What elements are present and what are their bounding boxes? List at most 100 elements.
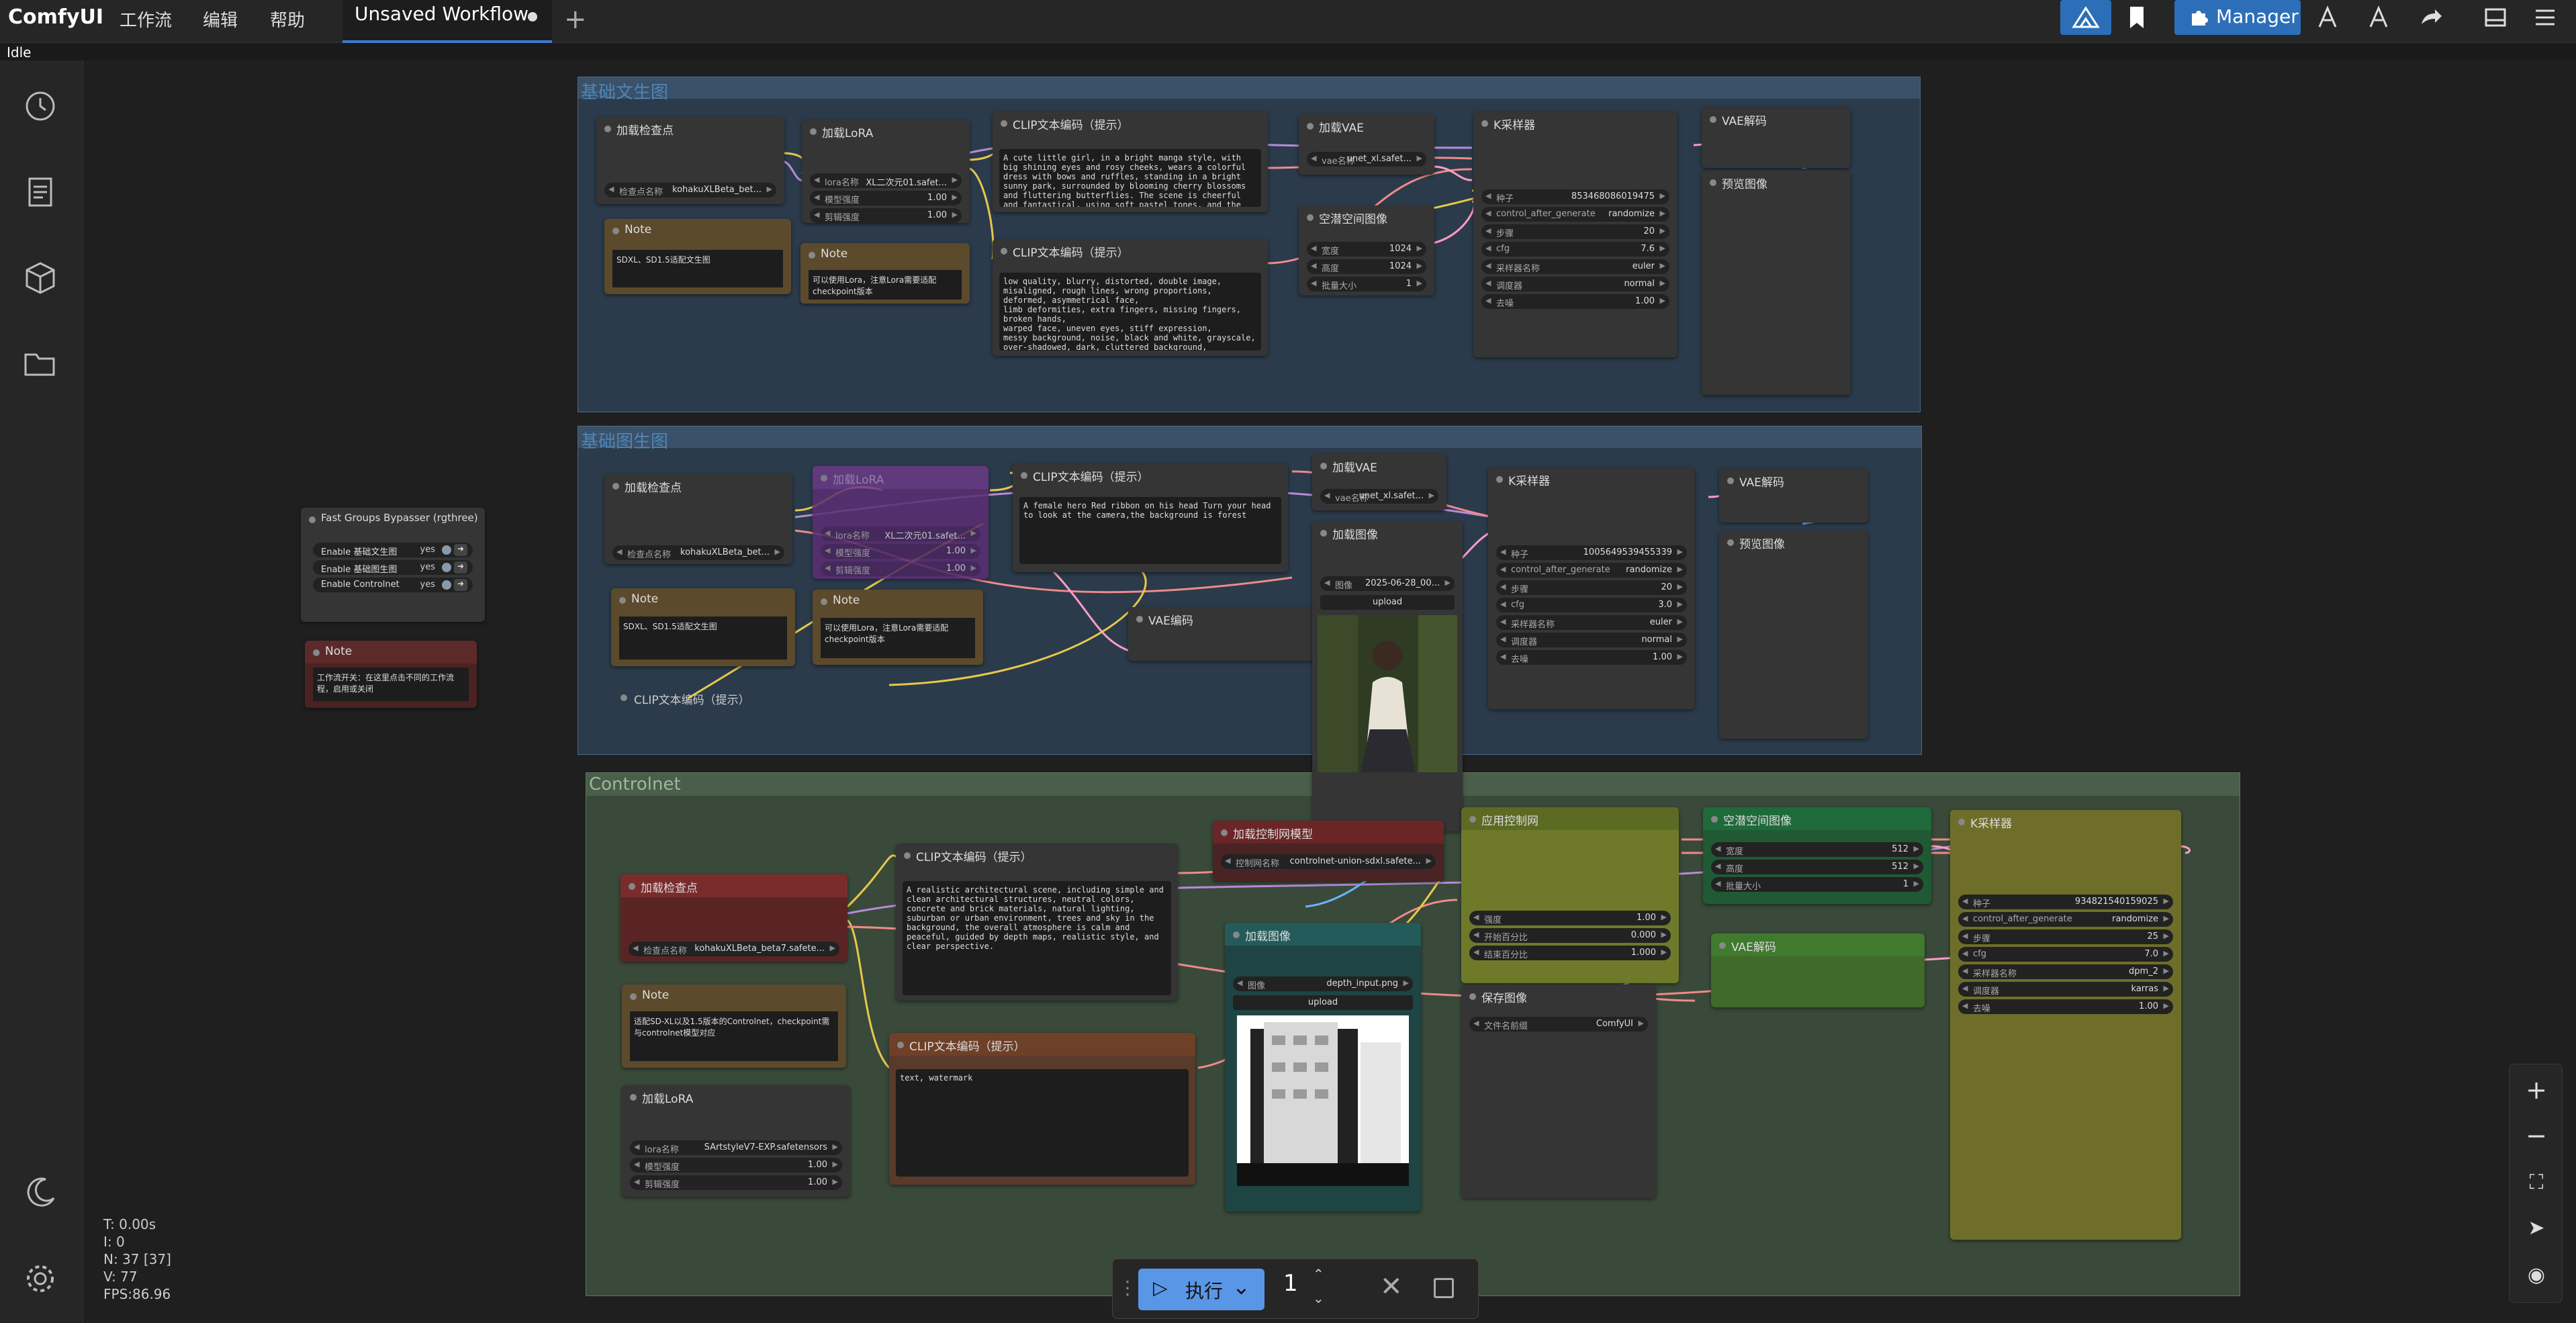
node-header[interactable]: K采样器 bbox=[1950, 810, 2181, 833]
menu-edit[interactable]: 编辑 bbox=[203, 7, 238, 32]
note-text[interactable]: 适配SD-XL以及1.5版本的Controlnet，checkpoint需与co… bbox=[630, 1011, 838, 1061]
prompt-textarea[interactable]: A female hero Red ribbon on his head Tur… bbox=[1019, 497, 1281, 564]
model-icon-2[interactable] bbox=[2365, 4, 2392, 36]
collapse-dot-icon[interactable] bbox=[1727, 539, 1734, 546]
node-header[interactable]: CLIP文本编码（提示） bbox=[1013, 463, 1288, 486]
node-empty-latent-1[interactable]: 空潜空间图像 宽度 1024 高度 1024 批量大小 1 bbox=[1299, 206, 1434, 295]
select-mode-arrow-icon[interactable]: ➤ bbox=[2510, 1208, 2563, 1248]
node-load-lora-3[interactable]: 加载LoRA lora名称 SArtstyleV7-EXP.safetensors… bbox=[622, 1085, 850, 1197]
collapse-dot-icon[interactable] bbox=[604, 126, 611, 132]
lora-name-combo[interactable]: lora名称 XL二次元01.safet... bbox=[810, 173, 962, 188]
node-header[interactable]: 加载LoRA bbox=[813, 466, 988, 489]
node-load-lora-1[interactable]: 加载LoRA lora名称 XL二次元01.safet... 模型强度 1.00 剪… bbox=[802, 120, 970, 223]
node-note-3[interactable]: Note SDXL、SD1.5适配文生图 bbox=[611, 588, 795, 666]
collapse-dot-icon[interactable] bbox=[1307, 214, 1314, 221]
node-header[interactable]: 空潜空间图像 bbox=[1703, 807, 1931, 830]
vae-name-combo[interactable]: vae名称unet_xl.safet... bbox=[1320, 489, 1438, 504]
app-logo[interactable]: ComfyUI bbox=[8, 5, 103, 29]
node-header[interactable]: Note bbox=[604, 219, 791, 242]
height-input[interactable]: 高度 512 bbox=[1711, 860, 1923, 874]
node-clip-text-positive-3[interactable]: CLIP文本编码（提示） A realistic architectural s… bbox=[896, 843, 1178, 1001]
node-note-5[interactable]: Note 适配SD-XL以及1.5版本的Controlnet，checkpoin… bbox=[622, 985, 846, 1068]
width-input[interactable]: 宽度 1024 bbox=[1307, 242, 1426, 257]
menu-workflow[interactable]: 工作流 bbox=[120, 7, 172, 32]
node-clip-text-negative-1[interactable]: CLIP文本编码（提示） low quality, blurry, distor… bbox=[993, 239, 1268, 356]
filename-prefix-input[interactable]: 文件名前缀 ComfyUI bbox=[1469, 1017, 1648, 1032]
node-note-4[interactable]: Note 可以使用Lora，注意Lora需要适配checkpoint版本 bbox=[813, 590, 983, 665]
denoise-input[interactable]: 去噪 1.00 bbox=[1958, 999, 2173, 1014]
collapse-dot-icon[interactable] bbox=[1481, 120, 1488, 127]
node-header[interactable]: Note bbox=[622, 985, 846, 1007]
collapse-dot-icon[interactable] bbox=[630, 1094, 637, 1101]
node-header[interactable]: K采样器 bbox=[1473, 111, 1677, 134]
cfg-input[interactable]: cfg 3.0 bbox=[1496, 598, 1687, 612]
drag-handle-icon[interactable]: ⋮ bbox=[1118, 1277, 1137, 1299]
collapse-dot-icon[interactable] bbox=[1958, 819, 1965, 825]
node-header[interactable]: 空潜空间图像 bbox=[1299, 206, 1434, 228]
node-load-image-3[interactable]: 加载图像 图像 depth_input.png upload bbox=[1225, 923, 1421, 1212]
zoom-out-icon[interactable]: − bbox=[2510, 1115, 2563, 1156]
note-text[interactable]: SDXL、SD1.5适配文生图 bbox=[619, 617, 787, 659]
note-text[interactable]: 工作流开关：在这里点击不同的工作流程，启用或关闭 bbox=[313, 668, 469, 701]
navigate-arrow-icon[interactable]: ➜ bbox=[454, 561, 467, 574]
collapse-dot-icon[interactable] bbox=[821, 475, 827, 482]
node-vae-decode-1[interactable]: VAE解码 bbox=[1702, 107, 1851, 168]
node-preview-image-1[interactable]: 预览图像 bbox=[1702, 171, 1851, 395]
cancel-x-icon[interactable]: ✕ bbox=[1380, 1271, 1403, 1302]
denoise-input[interactable]: 去噪 1.00 bbox=[1481, 294, 1669, 309]
queue-icon-button[interactable] bbox=[2060, 0, 2111, 35]
node-controlnet-loader[interactable]: 加载控制网模型 控制网名称 controlnet-union-sdxl.safet… bbox=[1213, 821, 1444, 881]
node-header[interactable]: 加载图像 bbox=[1225, 923, 1421, 946]
collapse-dot-icon[interactable] bbox=[1320, 463, 1327, 469]
denoise-input[interactable]: 去噪 1.00 bbox=[1496, 650, 1687, 665]
batch-count-input[interactable]: 1 bbox=[1283, 1270, 1298, 1297]
graph-canvas[interactable]: 基础文生图 基础图生图 Controlnet 加载检查点 ◀ 检查点名称 koh… bbox=[83, 60, 2576, 1323]
node-header[interactable]: 加载LoRA bbox=[622, 1085, 850, 1108]
note-text[interactable]: 可以使用Lora，注意Lora需要适配checkpoint版本 bbox=[809, 270, 962, 300]
ckpt-name-combo[interactable]: 检查点名称 kohakuXLBeta_bet... bbox=[612, 545, 784, 560]
clip-strength-input[interactable]: 剪辑强度 1.00 bbox=[630, 1175, 842, 1190]
scheduler-combo[interactable]: 调度器 normal bbox=[1481, 277, 1669, 291]
collapse-dot-icon[interactable] bbox=[612, 228, 619, 234]
upload-button[interactable]: upload bbox=[1320, 595, 1455, 610]
seed-input[interactable]: 种子 1005649539455339 bbox=[1496, 545, 1687, 560]
seed-input[interactable]: 种子 853468086019475 bbox=[1481, 189, 1669, 204]
unsaved-dot-icon[interactable] bbox=[528, 12, 537, 21]
node-header[interactable]: 保存图像 bbox=[1461, 985, 1656, 1007]
bypass-row-txt2img[interactable]: Enable 基础文生图 yes ➜ bbox=[313, 543, 473, 557]
image-combo[interactable]: 图像 2025-06-28_00... bbox=[1320, 576, 1455, 591]
history-icon[interactable] bbox=[21, 87, 59, 125]
model-library-cube-icon[interactable] bbox=[21, 259, 59, 297]
navigate-arrow-icon[interactable]: ➜ bbox=[454, 579, 467, 591]
increment-icon[interactable]: ⌃ bbox=[1313, 1266, 1324, 1282]
panel-toggle-icon[interactable] bbox=[2482, 4, 2509, 36]
collapse-dot-icon[interactable] bbox=[1307, 123, 1314, 130]
collapse-dot-icon[interactable] bbox=[619, 597, 626, 604]
collapse-dot-icon[interactable] bbox=[821, 598, 827, 605]
seed-input[interactable]: 种子 934821540159025 bbox=[1958, 895, 2173, 909]
node-vae-decode-3[interactable]: VAE解码 bbox=[1711, 933, 1925, 1007]
collapse-dot-icon[interactable] bbox=[1136, 616, 1143, 623]
fit-view-icon[interactable]: ⛶ bbox=[2510, 1162, 2563, 1203]
node-header[interactable]: VAE解码 bbox=[1702, 107, 1851, 130]
node-header[interactable]: VAE解码 bbox=[1719, 469, 1868, 492]
node-header[interactable]: Fast Groups Bypasser (rgthree) bbox=[301, 508, 485, 531]
node-header[interactable]: 应用控制网 bbox=[1461, 807, 1679, 830]
stop-square-icon[interactable] bbox=[1434, 1278, 1454, 1298]
bookmark-icon[interactable] bbox=[2123, 4, 2150, 36]
node-header[interactable]: 预览图像 bbox=[1719, 531, 1868, 553]
collapse-dot-icon[interactable] bbox=[897, 1042, 904, 1048]
node-fast-groups-bypasser[interactable]: Fast Groups Bypasser (rgthree) Enable 基础… bbox=[301, 508, 485, 622]
node-clip-text-negative-2-collapsed[interactable]: CLIP文本编码（提示） bbox=[620, 690, 750, 708]
node-header[interactable]: Note bbox=[800, 243, 970, 266]
prompt-textarea[interactable]: text, watermark bbox=[896, 1069, 1189, 1177]
decrement-icon[interactable]: ⌄ bbox=[1313, 1290, 1324, 1306]
bypass-row-img2img[interactable]: Enable 基础图生图 yes ➜ bbox=[313, 560, 473, 575]
model-strength-input[interactable]: 模型强度 1.00 bbox=[630, 1158, 842, 1173]
node-header[interactable]: CLIP文本编码（提示） bbox=[993, 239, 1268, 262]
run-button[interactable]: ▷ 执行 ⌄ bbox=[1138, 1269, 1264, 1310]
lora-name-combo[interactable]: lora名称 SArtstyleV7-EXP.safetensors bbox=[630, 1140, 842, 1155]
scheduler-combo[interactable]: 调度器 karras bbox=[1958, 982, 2173, 997]
tab-unsaved-workflow[interactable]: Unsaved Workflow bbox=[342, 0, 552, 43]
node-save-image[interactable]: 保存图像 文件名前缀 ComfyUI bbox=[1461, 985, 1656, 1198]
